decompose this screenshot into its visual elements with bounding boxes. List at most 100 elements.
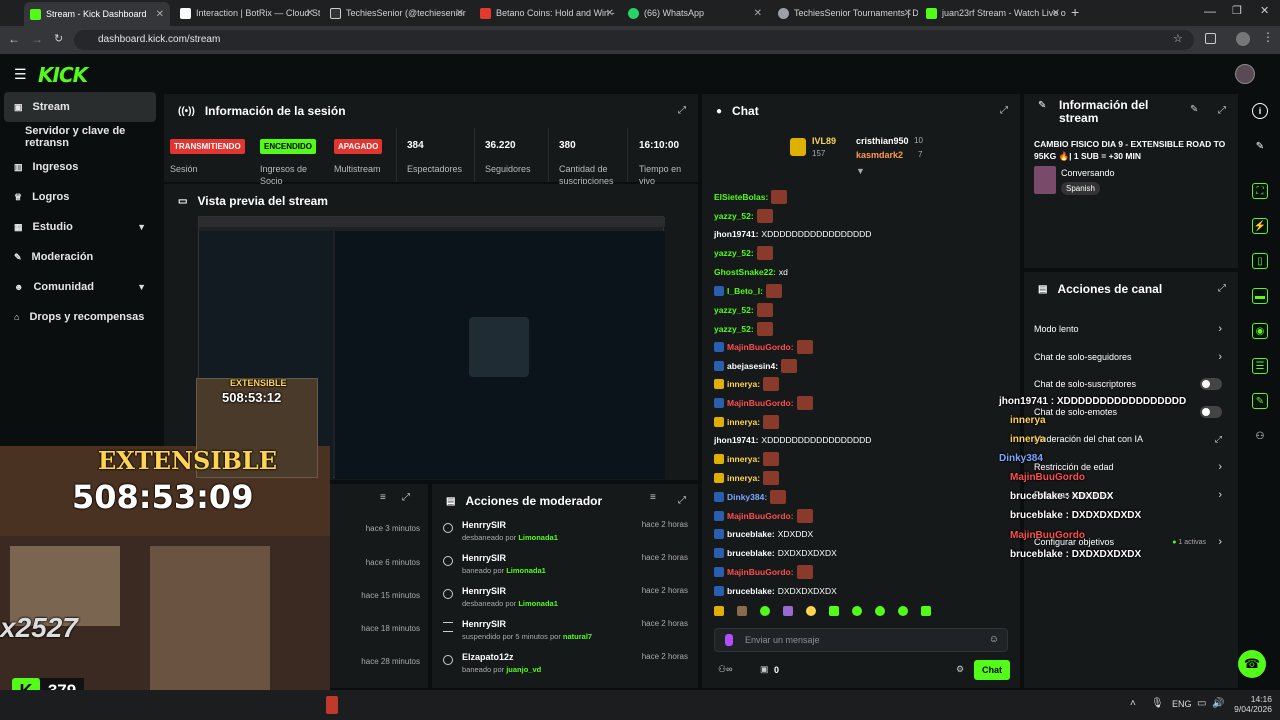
chat-message[interactable]: I_Beto_I: xyxy=(714,284,782,298)
chat-message[interactable]: yazzy_52: xyxy=(714,209,773,223)
sidebar-item-drops[interactable]: ⌂ Drops y recompensas xyxy=(4,302,156,332)
chat-message[interactable]: MajinBuuGordo: xyxy=(714,565,813,579)
chat-message[interactable]: innerya: xyxy=(714,471,780,485)
leader-user[interactable]: kasmdark2 xyxy=(856,150,903,160)
followers-only-item[interactable]: Chat de solo-seguidores › xyxy=(1034,348,1226,366)
browser-tab-2[interactable]: Interaction | BotRix — Cloud St ✕ xyxy=(174,3,320,23)
gear-icon[interactable]: ⚙ xyxy=(956,664,964,675)
chat-message[interactable]: MajinBuuGordo: xyxy=(714,396,813,410)
chat-message[interactable]: GhostSnake22: xd xyxy=(714,265,788,279)
chat-message[interactable]: Dinky384: xyxy=(714,490,787,504)
close-tab-icon[interactable]: ✕ xyxy=(456,8,464,19)
emote-icon[interactable] xyxy=(921,606,931,616)
clock[interactable]: 14:16 9/04/2026 xyxy=(1232,694,1272,714)
bookmark-star-icon[interactable]: ☆ xyxy=(1173,32,1183,45)
close-tab-icon[interactable]: ✕ xyxy=(904,8,912,19)
maximize-icon[interactable]: ❐ xyxy=(1232,4,1242,17)
close-tab-icon[interactable]: ✕ xyxy=(306,8,314,19)
user-avatar[interactable] xyxy=(1235,64,1255,84)
chat-message[interactable]: bruceblake: DXDXDXDXDX xyxy=(714,546,837,560)
emoji-icon[interactable]: ☺ xyxy=(989,634,999,645)
info-icon[interactable]: i xyxy=(1252,103,1268,119)
pencil-icon[interactable]: ✎ xyxy=(1252,138,1268,154)
broadcast-icon[interactable]: ◉ xyxy=(1252,323,1268,339)
emote-icon[interactable] xyxy=(737,606,747,616)
emote-icon[interactable] xyxy=(898,606,908,616)
filter-icon[interactable]: ≡ xyxy=(650,492,656,503)
extensions-icon[interactable] xyxy=(1205,33,1216,44)
expand-icon[interactable]: ⤢ xyxy=(678,495,686,506)
chat-send-button[interactable]: Chat xyxy=(974,660,1010,680)
expand-icon[interactable]: ⤢ xyxy=(1218,105,1226,116)
chat-username[interactable]: Dinky384: xyxy=(727,492,767,502)
close-tab-icon[interactable]: ✕ xyxy=(754,8,762,19)
chat-message[interactable]: MajinBuuGordo: xyxy=(714,340,813,354)
browser-tab-5[interactable]: (66) WhatsApp ✕ xyxy=(622,3,768,23)
chat-message[interactable]: abejasesin4: xyxy=(714,359,798,373)
browser-tab-4[interactable]: Betano Coins: Hold and Win - ✕ xyxy=(474,3,620,23)
wrench-icon[interactable]: ✎ xyxy=(1252,393,1268,409)
chat-username[interactable]: ElSieteBolas: xyxy=(714,192,768,202)
expand-icon[interactable]: ⤢ xyxy=(1218,283,1226,294)
chat-username[interactable]: yazzy_52: xyxy=(714,248,754,258)
chat-message[interactable]: MajinBuuGordo: xyxy=(714,509,813,523)
chat-username[interactable]: jhon19741: xyxy=(714,435,758,445)
list-item[interactable]: HenrrySIR desbaneado por Limonada1 hace 2 … xyxy=(442,586,692,616)
chat-message[interactable]: bruceblake: XDXDDX xyxy=(714,527,813,541)
chat-username[interactable]: GhostSnake22: xyxy=(714,267,776,277)
leader-user[interactable]: cristhian950 xyxy=(856,136,909,146)
emote-icon[interactable] xyxy=(806,606,816,616)
network-icon[interactable]: ▭ xyxy=(1197,698,1206,709)
browser-tab-3[interactable]: TechiesSenior (@techiesenior ✕ xyxy=(324,3,470,23)
close-tab-icon[interactable]: ✕ xyxy=(156,9,164,20)
list-item[interactable]: Elzapato12z baneado por juanjo_vd hace 2 h… xyxy=(442,652,692,682)
sidebar-item-ingresos[interactable]: ▥ Ingresos xyxy=(4,152,156,182)
sidebar-item-logros[interactable]: ♕ Logros xyxy=(4,182,156,212)
chat-username[interactable]: I_Beto_I: xyxy=(727,286,763,296)
chat-username[interactable]: yazzy_52: xyxy=(714,211,754,221)
chat-username[interactable]: jhon19741: xyxy=(714,229,758,239)
kick-logo[interactable]: KICK xyxy=(38,63,88,87)
new-tab-icon[interactable]: + xyxy=(1071,4,1079,20)
edit-icon[interactable]: ✎ xyxy=(1190,104,1198,115)
chat-username[interactable]: abejasesin4: xyxy=(727,361,778,371)
close-tab-icon[interactable]: ✕ xyxy=(1052,8,1060,19)
chat-message[interactable]: innerya: xyxy=(714,415,780,429)
chat-input[interactable]: Enviar un mensaje ☺ xyxy=(714,628,1008,652)
ai-moderation-item[interactable]: Moderación del chat con IA ⤢ xyxy=(1034,430,1226,448)
subscribers-only-toggle[interactable] xyxy=(1200,378,1222,390)
chat-username[interactable]: yazzy_52: xyxy=(714,305,754,315)
forward-icon[interactable]: → xyxy=(31,32,43,46)
chat-message[interactable]: yazzy_52: xyxy=(714,303,773,317)
chat-username[interactable]: bruceblake: xyxy=(727,548,775,558)
chat-username[interactable]: MajinBuuGordo: xyxy=(727,511,794,521)
browser-tab-6[interactable]: TechiesSenior Tournaments | D ✕ xyxy=(772,3,918,23)
taskbar-app-icon[interactable] xyxy=(326,696,338,714)
emote-icon[interactable] xyxy=(783,606,793,616)
sidebar-item-comunidad[interactable]: ☻ Comunidad ▼ xyxy=(4,272,156,302)
emote-icon[interactable] xyxy=(829,606,839,616)
layers-icon[interactable]: ☰ xyxy=(1252,358,1268,374)
emote-icon[interactable] xyxy=(875,606,885,616)
hamburger-menu-icon[interactable]: ☰ xyxy=(14,66,27,83)
emote-icon[interactable] xyxy=(760,606,770,616)
browser-menu-icon[interactable]: ⋮ xyxy=(1262,30,1274,44)
chat-username[interactable]: MajinBuuGordo: xyxy=(727,342,794,352)
minimize-icon[interactable]: — xyxy=(1204,4,1216,18)
browser-tab-1[interactable]: Stream - Kick Dashboard ✕ xyxy=(24,2,170,26)
chat-message[interactable]: yazzy_52: xyxy=(714,246,773,260)
clipboard-icon[interactable]: ▯ xyxy=(1252,253,1268,269)
collapse-arrow-icon[interactable]: ▼ xyxy=(856,166,865,176)
expand-icon[interactable]: ⤢ xyxy=(402,492,410,503)
chat-username[interactable]: innerya: xyxy=(727,417,760,427)
subscribers-only-item[interactable]: Chat de solo-suscriptores xyxy=(1034,375,1226,393)
expand-icon[interactable]: ⤢ xyxy=(678,105,686,116)
emote-icon[interactable] xyxy=(714,606,724,616)
close-tab-icon[interactable]: ✕ xyxy=(606,8,614,19)
chat-username[interactable]: innerya: xyxy=(727,473,760,483)
chat-username[interactable]: innerya: xyxy=(727,379,760,389)
list-item[interactable]: HenrrySIR baneado por Limonada1 hace 2 hor… xyxy=(442,553,692,583)
list-item[interactable]: HenrrySIR suspendido por 5 minutos por na… xyxy=(442,619,692,649)
close-window-icon[interactable]: ✕ xyxy=(1260,4,1269,17)
list-item[interactable]: HenrrySIR desbaneado por Limonada1 hace 2 … xyxy=(442,520,692,550)
